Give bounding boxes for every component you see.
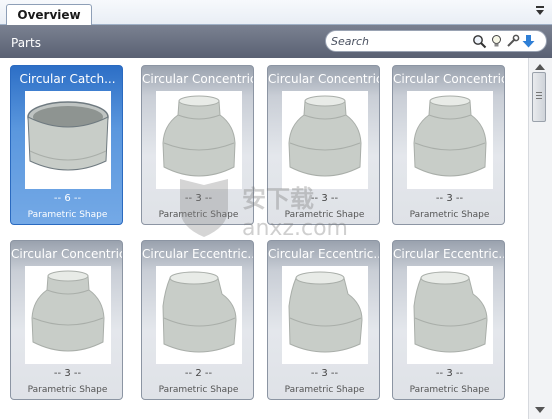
part-type-label: Parametric Shape (409, 210, 490, 220)
panel-menu-icon[interactable] (533, 5, 547, 19)
part-tile[interactable]: Circular Eccentric... -- 3 -- Parametric S… (392, 240, 505, 400)
download-arrow-icon[interactable] (521, 34, 536, 49)
part-count: -- 3 -- (435, 368, 464, 379)
part-type-label: Parametric Shape (409, 385, 490, 395)
parts-grid: Circular Catch... -- 6 -- Parametric Shape… (0, 58, 528, 419)
magnifier-icon[interactable] (472, 34, 487, 49)
part-thumbnail (25, 91, 111, 189)
part-tile[interactable]: Circular Concentric... -- 3 -- Parametric … (10, 240, 123, 400)
part-thumbnail (407, 91, 493, 189)
scroll-thumb[interactable] (532, 72, 546, 122)
part-tile[interactable]: Circular Concentric... -- 3 -- Parametric … (267, 65, 380, 225)
part-title: Circular Eccentric... (393, 247, 505, 261)
lightbulb-icon[interactable] (489, 34, 504, 49)
scroll-down-arrow-icon[interactable] (535, 407, 545, 413)
part-count: -- 3 -- (310, 193, 339, 204)
part-thumbnail (156, 266, 242, 364)
part-title: Circular Eccentric... (268, 247, 380, 261)
part-tile[interactable]: Circular Concentric... -- 3 -- Parametric … (141, 65, 254, 225)
part-title: Circular Catch... (19, 72, 116, 86)
search-box[interactable] (325, 30, 547, 52)
vertical-scrollbar[interactable] (528, 58, 552, 419)
part-thumbnail (282, 91, 368, 189)
part-title: Circular Concentric... (11, 247, 122, 261)
part-count: -- 6 -- (53, 193, 82, 204)
part-count: -- 3 -- (310, 368, 339, 379)
search-input[interactable] (331, 33, 471, 49)
part-thumbnail (25, 266, 111, 364)
part-type-label: Parametric Shape (27, 210, 108, 220)
part-count: -- 3 -- (53, 368, 82, 379)
part-thumbnail (156, 91, 242, 189)
part-count: -- 3 -- (435, 193, 464, 204)
part-type-label: Parametric Shape (158, 210, 239, 220)
parts-header: Parts (0, 25, 552, 58)
part-tile[interactable]: Circular Concentric... -- 3 -- Parametric … (392, 65, 505, 225)
part-type-label: Parametric Shape (158, 385, 239, 395)
part-tile[interactable]: Circular Eccentric... -- 2 -- Parametric S… (141, 240, 254, 400)
part-count: -- 2 -- (184, 368, 213, 379)
part-tile[interactable]: Circular Catch... -- 6 -- Parametric Shape (10, 65, 123, 225)
part-type-label: Parametric Shape (284, 210, 365, 220)
parts-title: Parts (11, 36, 41, 50)
scroll-up-arrow-icon[interactable] (535, 64, 545, 70)
wrench-icon[interactable] (505, 34, 520, 49)
tab-bar: Overview (0, 0, 552, 25)
part-title: Circular Concentric... (268, 72, 379, 86)
part-count: -- 3 -- (184, 193, 213, 204)
part-type-label: Parametric Shape (284, 385, 365, 395)
part-type-label: Parametric Shape (27, 385, 108, 395)
part-thumbnail (282, 266, 368, 364)
part-title: Circular Eccentric... (142, 247, 254, 261)
tab-overview[interactable]: Overview (6, 4, 92, 25)
part-title: Circular Concentric... (142, 72, 253, 86)
part-tile[interactable]: Circular Eccentric... -- 3 -- Parametric S… (267, 240, 380, 400)
part-thumbnail (407, 266, 493, 364)
part-title: Circular Concentric... (393, 72, 504, 86)
